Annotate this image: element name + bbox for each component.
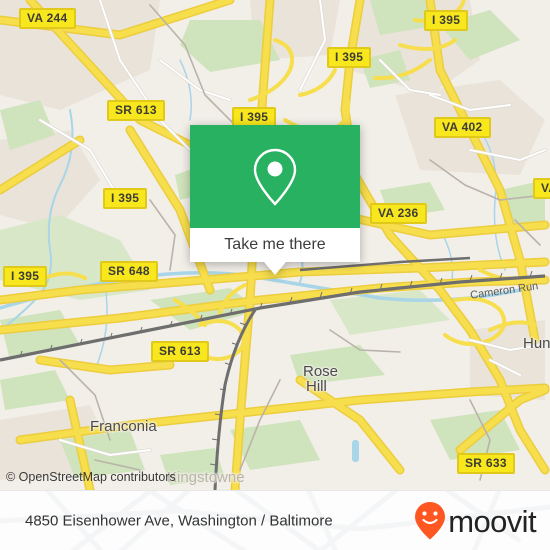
place-label-kingstowne: Kingstowne xyxy=(167,469,245,486)
highway-shield: VA xyxy=(533,178,550,199)
highway-shield: I 395 xyxy=(424,10,469,31)
footer-bar: 4850 Eisenhower Ave, Washington / Baltim… xyxy=(0,490,550,550)
screenshot-root: .land{fill:#f2efe9} .grn{fill:#cfe3bc} .… xyxy=(0,0,550,550)
card-footer[interactable]: Take me there xyxy=(190,228,360,262)
moovit-brand[interactable]: moovit xyxy=(413,501,537,541)
highway-shield: VA 236 xyxy=(370,203,427,224)
moovit-pin-smiley-icon xyxy=(415,502,446,540)
place-label-hun: Hun xyxy=(523,335,550,352)
place-label-hill: Hill xyxy=(306,378,327,395)
highway-shield: VA 402 xyxy=(434,117,491,138)
highway-shield: SR 648 xyxy=(100,261,158,282)
highway-shield: SR 613 xyxy=(151,341,209,362)
card-pointer-tail xyxy=(264,262,286,275)
highway-shield: I 395 xyxy=(327,47,372,68)
map-pin-icon xyxy=(253,148,297,206)
place-label-franconia: Franconia xyxy=(90,418,157,435)
highway-shield: SR 633 xyxy=(457,453,515,474)
highway-shield: VA 244 xyxy=(19,8,76,29)
highway-shield: I 395 xyxy=(103,188,148,209)
card-header xyxy=(190,125,360,228)
moovit-wordmark: moovit xyxy=(448,503,536,539)
take-me-there-label: Take me there xyxy=(224,236,326,253)
location-card[interactable]: Take me there xyxy=(190,125,360,275)
highway-shield: I 395 xyxy=(3,266,48,287)
highway-shield: SR 613 xyxy=(107,100,165,121)
map-canvas[interactable]: .land{fill:#f2efe9} .grn{fill:#cfe3bc} .… xyxy=(0,0,550,490)
osm-attribution[interactable]: © OpenStreetMap contributors xyxy=(6,470,176,484)
address-label: 4850 Eisenhower Ave, Washington / Baltim… xyxy=(25,512,333,530)
